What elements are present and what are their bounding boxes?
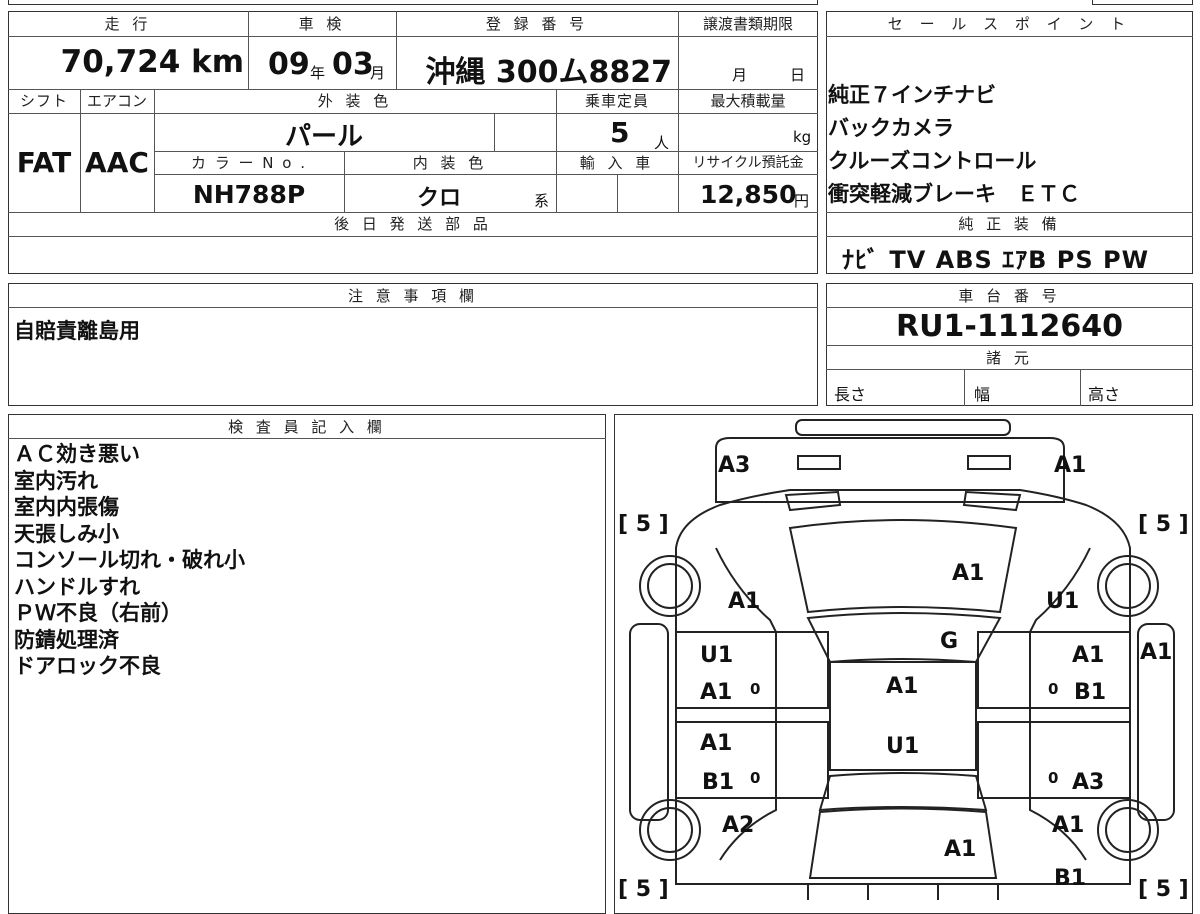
- zero-right-front: 0: [1048, 680, 1058, 698]
- mark-roof-rear: U1: [886, 734, 919, 759]
- car-diagram: [ 5 ] [ 5 ] [ 5 ] [ 5 ] A3 A1 A1 A1 U1 G…: [618, 419, 1189, 900]
- tire-rear-right: [ 5 ]: [1138, 877, 1189, 900]
- mark-right-fender: U1: [1046, 589, 1079, 614]
- mark-right-quarter: A1: [1052, 813, 1084, 838]
- mark-left-rear-door-bottom: B1: [702, 770, 734, 795]
- mark-front-left: A3: [718, 453, 750, 478]
- mark-right-front-door-bottom: B1: [1074, 680, 1106, 705]
- mark-left-front-door-top: U1: [700, 643, 733, 668]
- mark-left-quarter: A2: [722, 813, 754, 838]
- mark-rear: A1: [944, 837, 976, 862]
- tire-front-right: [ 5 ]: [1138, 512, 1189, 537]
- mark-right-rear-bottom: B1: [1054, 866, 1086, 891]
- mark-front-right: A1: [1054, 453, 1086, 478]
- tire-front-left: [ 5 ]: [618, 512, 669, 537]
- zero-left-rear: 0: [750, 769, 760, 787]
- mark-left-fender: A1: [728, 589, 760, 614]
- mark-hood: A1: [952, 561, 984, 586]
- zero-right-rear: 0: [1048, 769, 1058, 787]
- mark-right-rear-door-bottom: A3: [1072, 770, 1104, 795]
- tire-rear-left: [ 5 ]: [618, 877, 669, 900]
- mark-right-front-door-top: A1: [1072, 643, 1104, 668]
- mark-roof: A1: [886, 674, 918, 699]
- mark-left-front-door-bottom: A1: [700, 680, 732, 705]
- zero-left-front: 0: [750, 680, 760, 698]
- mark-windshield: G: [940, 629, 958, 654]
- mark-left-rear-door-top: A1: [700, 731, 732, 756]
- mark-right-side: A1: [1140, 640, 1172, 665]
